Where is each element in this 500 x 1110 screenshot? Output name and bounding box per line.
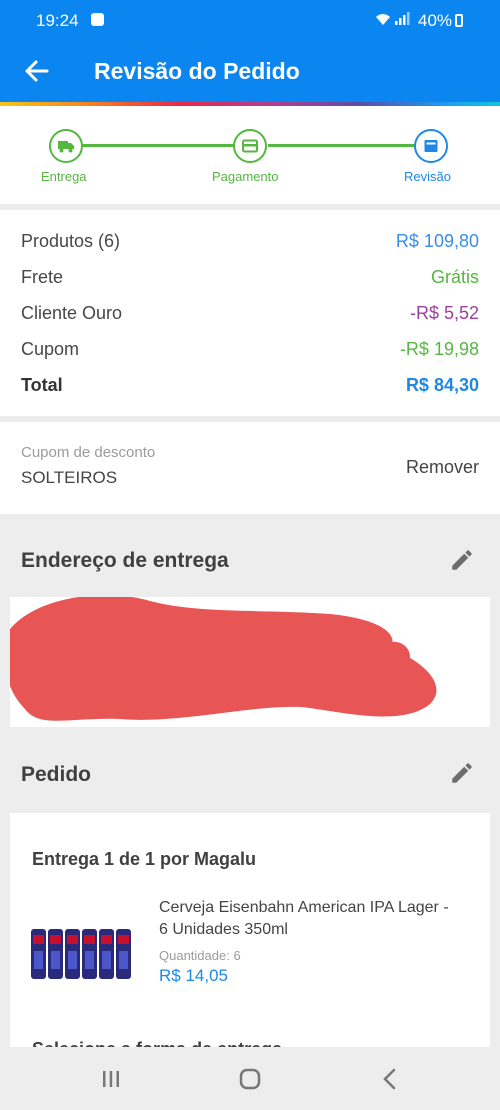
delivery-title: Entrega 1 de 1 por Magalu [32, 849, 257, 869]
coupon-label: Cupom de desconto [21, 444, 156, 461]
summary-value: -R$ 5,52 [409, 303, 479, 323]
summary-value: -R$ 19,98 [399, 339, 479, 359]
summary-label: Total [21, 375, 63, 395]
summary-value: R$ 84,30 [405, 375, 479, 395]
back-arrow-icon[interactable] [22, 56, 52, 86]
summary-label: Cupom [21, 339, 80, 359]
back-icon[interactable] [376, 1065, 404, 1093]
step-revisao-review-icon[interactable] [414, 129, 448, 163]
edit-address-pencil-icon[interactable] [449, 547, 475, 573]
recent-apps-icon[interactable] [97, 1065, 125, 1093]
status-time: 19:24 [36, 11, 79, 30]
product-price: R$ 14,05 [159, 966, 228, 985]
remove-coupon-button[interactable]: Remover [406, 457, 479, 478]
app-bar: 19:24 40% Revisão do Pedido [0, 0, 500, 102]
stepper-connector [82, 144, 234, 147]
coupon-section: Cupom de desconto SOLTEIROS Remover [0, 422, 500, 514]
address-card[interactable] [10, 597, 490, 727]
status-bar: 19:24 40% [0, 0, 500, 42]
home-icon[interactable] [236, 1065, 264, 1093]
delivery-option-heading: Selecione a forma de entrega [32, 1039, 282, 1047]
summary-label: Frete [21, 267, 64, 287]
summary-row-total: Total R$ 84,30 [21, 372, 479, 400]
battery-icon [455, 14, 463, 27]
summary-value: Grátis [430, 267, 479, 287]
summary-row-coupon: Cupom -R$ 19,98 [21, 336, 479, 364]
battery-level: 40% [418, 11, 453, 30]
step-label-entrega: Entrega [41, 169, 87, 184]
order-summary: Produtos (6) R$ 109,80 Frete Grátis Clie… [0, 210, 500, 416]
summary-row-shipping: Frete Grátis [21, 264, 479, 292]
step-label-revisao: Revisão [404, 169, 451, 184]
step-entrega-truck-icon[interactable] [49, 129, 83, 163]
coupon-code: SOLTEIROS [21, 468, 118, 487]
address-redaction-mark [10, 597, 437, 721]
order-section-title: Pedido [21, 763, 92, 786]
step-label-pagamento: Pagamento [212, 169, 279, 184]
system-navigation-bar [0, 1047, 500, 1110]
product-quantity: Quantidade: 6 [159, 948, 241, 963]
step-pagamento-card-icon[interactable] [233, 129, 267, 163]
wifi-signal-icon [375, 12, 413, 29]
stepper-connector [268, 144, 415, 147]
edit-order-pencil-icon[interactable] [449, 760, 475, 786]
checkout-stepper: Entrega Pagamento Revisão [0, 106, 500, 204]
summary-label: Produtos (6) [21, 231, 121, 251]
notification-icon [91, 13, 104, 26]
order-card: Entrega 1 de 1 por Magalu Cerveja Eisenb… [10, 813, 490, 1047]
summary-value: R$ 109,80 [395, 231, 479, 251]
quantity-value: 6 [233, 948, 241, 963]
quantity-label: Quantidade: [159, 948, 230, 963]
summary-row-products: Produtos (6) R$ 109,80 [21, 228, 479, 256]
summary-label: Cliente Ouro [21, 303, 123, 323]
address-section-title: Endereço de entrega [21, 549, 229, 572]
product-name[interactable]: Cerveja Eisenbahn American IPA Lager - 6… [159, 897, 459, 941]
page-title: Revisão do Pedido [94, 58, 300, 84]
product-beer-cans-image[interactable] [31, 927, 131, 981]
summary-row-gold-client: Cliente Ouro -R$ 5,52 [21, 300, 479, 328]
